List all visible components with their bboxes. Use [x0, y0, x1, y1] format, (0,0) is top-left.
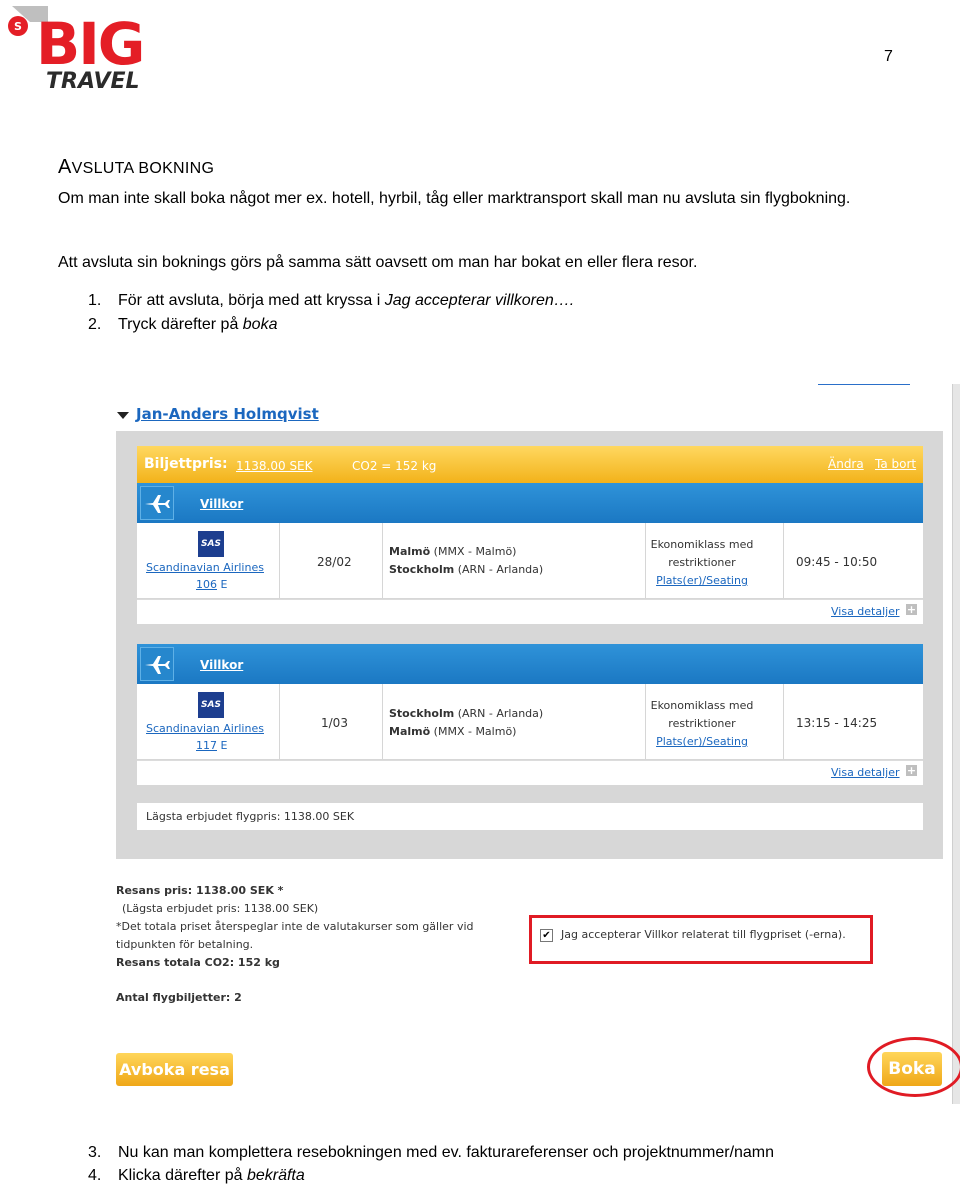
sas-logo: SAS [198, 531, 224, 557]
fare-class: Ekonomiklass med restriktioner Plats(er)… [648, 697, 756, 751]
class-line-2: restriktioner [668, 717, 736, 730]
flight-number[interactable]: 106 E [196, 578, 227, 591]
flight-1-details-row [137, 599, 923, 624]
heading-first-letter: A [58, 156, 72, 178]
terms-link[interactable]: Villkor [200, 497, 243, 511]
flight-time: 13:15 - 14:25 [796, 716, 878, 730]
cell-divider [382, 523, 383, 598]
terms-link[interactable]: Villkor [200, 658, 243, 672]
cell-divider [279, 684, 280, 759]
fare-code: E [220, 578, 228, 591]
section-heading: AVSLUTA BOKNING [58, 156, 214, 179]
accept-terms-label[interactable]: Jag accepterar Villkor relaterat till fl… [561, 928, 846, 941]
cell-divider [645, 523, 646, 598]
flight-date: 1/03 [321, 716, 348, 730]
price-summary: Resans pris: 1138.00 SEK * (Lägsta erbju… [116, 882, 474, 972]
step-number: 1. [88, 292, 102, 309]
show-details-link[interactable]: Visa detaljer [831, 605, 900, 618]
flight-time: 09:45 - 10:50 [796, 555, 878, 569]
expand-plus-icon[interactable]: + [906, 604, 917, 615]
origin-detail: (ARN - Arlanda) [457, 707, 544, 720]
ticket-count: Antal flygbiljetter: 2 [116, 991, 242, 1004]
flight-2-details-row [137, 760, 923, 785]
step-text: Nu kan man komplettera resebokningen med… [118, 1144, 775, 1161]
destination-city: Stockholm [389, 563, 455, 576]
flight-number-link[interactable]: 106 [196, 578, 217, 591]
flight-number[interactable]: 117 E [196, 739, 227, 752]
fare-class: Ekonomiklass med restriktioner Plats(er)… [648, 536, 756, 590]
seating-link[interactable]: Plats(er)/Seating [648, 733, 756, 751]
flight-date: 28/02 [317, 555, 352, 569]
airline-link[interactable]: Scandinavian Airlines [146, 722, 264, 735]
total-co2: Resans totala CO2: 152 kg [116, 956, 280, 969]
logo-travel: TRAVEL [46, 69, 140, 94]
step-number: 3. [88, 1144, 102, 1161]
logo-big: BIG [36, 10, 143, 78]
heading-rest: VSLUTA BOKNING [71, 160, 215, 177]
origin-city: Stockholm [389, 707, 455, 720]
cancel-trip-button[interactable]: Avboka resa [116, 1053, 233, 1086]
show-details-link[interactable]: Visa detaljer [831, 766, 900, 779]
step-3: 3. Nu kan man komplettera resebokningen m… [88, 1142, 774, 1164]
step-emphasis: boka [242, 316, 278, 333]
class-line-1: Ekonomiklass med [650, 538, 754, 551]
cropped-link-underline [818, 384, 910, 385]
plane-icon [140, 647, 174, 681]
logo-mark: S [14, 20, 22, 33]
lowest-fare-text: Lägsta erbjudet flygpris: 1138.00 SEK [146, 810, 355, 823]
scrollbar[interactable] [952, 384, 960, 1104]
step-number: 2. [88, 316, 102, 333]
step-text: Klicka därefter på [118, 1167, 247, 1184]
big-travel-logo: S BIG TRAVEL [4, 2, 169, 94]
destination-detail: (ARN - Arlanda) [457, 563, 544, 576]
cell-divider [382, 684, 383, 759]
change-link[interactable]: Ändra [828, 457, 864, 471]
flight-2-header [137, 644, 923, 684]
step-2: 2. Tryck därefter på boka [88, 314, 277, 336]
expand-plus-icon[interactable]: + [906, 765, 917, 776]
co2-value: CO2 = 152 kg [352, 459, 437, 473]
cell-divider [279, 523, 280, 598]
plane-icon [140, 486, 174, 520]
airline-link[interactable]: Scandinavian Airlines [146, 561, 264, 574]
page-number: 7 [884, 48, 893, 65]
flight-route: Malmö (MMX - Malmö) Stockholm (ARN - Arl… [389, 543, 543, 579]
paragraph-method: Att avsluta sin boknings görs på samma s… [58, 254, 698, 271]
sas-logo: SAS [198, 692, 224, 718]
destination-city: Malmö [389, 725, 431, 738]
trip-price: Resans pris: 1138.00 SEK * [116, 884, 284, 897]
step-1: 1. För att avsluta, börja med att kryssa … [88, 290, 574, 312]
paragraph-intro: Om man inte skall boka något mer ex. hot… [58, 190, 851, 207]
step-text: Tryck därefter på [118, 316, 243, 333]
fare-code: E [220, 739, 228, 752]
remove-link[interactable]: Ta bort [875, 457, 916, 471]
accept-terms-checkbox[interactable]: ✔ [540, 929, 553, 942]
flight-route: Stockholm (ARN - Arlanda) Malmö (MMX - M… [389, 705, 543, 741]
step-number: 4. [88, 1167, 102, 1184]
cell-divider [783, 684, 784, 759]
currency-note-1: *Det totala priset återspeglar inte de v… [116, 920, 474, 933]
class-line-1: Ekonomiklass med [650, 699, 754, 712]
destination-detail: (MMX - Malmö) [433, 725, 517, 738]
class-line-2: restriktioner [668, 556, 736, 569]
traveler-name-link[interactable]: Jan-Anders Holmqvist [136, 405, 319, 423]
cell-divider [783, 523, 784, 598]
cell-divider [645, 684, 646, 759]
flight-1-header [137, 483, 923, 523]
step-text: För att avsluta, börja med att kryssa i [118, 292, 385, 309]
step-emphasis: Jag accepterar villkoren…. [384, 292, 575, 309]
origin-city: Malmö [389, 545, 431, 558]
ticket-price-label: Biljettpris: [144, 456, 228, 472]
lowest-price-note: (Lägsta erbjudet pris: 1138.00 SEK) [122, 902, 319, 915]
flight-number-link[interactable]: 117 [196, 739, 217, 752]
collapse-arrow-icon[interactable] [117, 412, 129, 419]
seating-link[interactable]: Plats(er)/Seating [648, 572, 756, 590]
step-4: 4. Klicka därefter på bekräfta [88, 1165, 305, 1187]
step-emphasis: bekräfta [246, 1167, 305, 1184]
book-button[interactable]: Boka [882, 1052, 942, 1086]
ticket-price-value[interactable]: 1138.00 SEK [236, 459, 313, 473]
currency-note-2: tidpunkten för betalning. [116, 938, 254, 951]
origin-detail: (MMX - Malmö) [433, 545, 517, 558]
